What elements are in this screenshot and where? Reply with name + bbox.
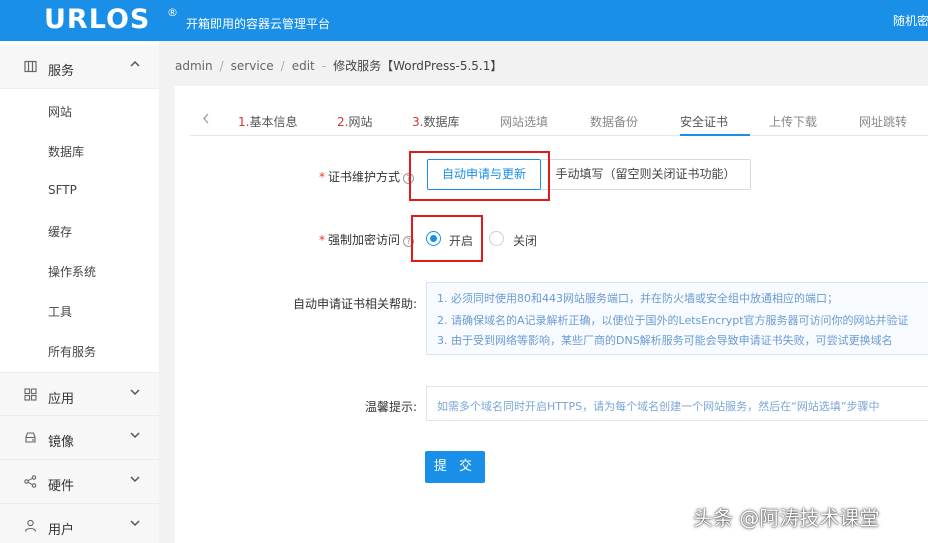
breadcrumb-item-edit[interactable]: edit: [292, 59, 315, 73]
sidebar-group-users[interactable]: 用户: [0, 504, 159, 543]
force-https-off-radio[interactable]: [489, 231, 504, 246]
disk-icon: [24, 431, 37, 444]
sidebar-item-all-services[interactable]: 所有服务: [48, 343, 96, 360]
tab-data-backup[interactable]: 数据备份: [590, 113, 638, 130]
breadcrumb-item-admin[interactable]: admin: [175, 59, 213, 73]
help-line: 3. 由于受到网络等影响，某些厂商的DNS解析服务可能会导致申请证书失败，可尝试…: [437, 334, 893, 347]
sidebar-item-sftp[interactable]: SFTP: [48, 183, 77, 197]
highlight-box: [409, 151, 550, 201]
sidebar-group-label: 硬件: [48, 479, 75, 494]
help-text-box: 1. 必须同时使用80和443网站服务端口，并在防火墙或安全组中放通相应的端口；…: [426, 282, 928, 355]
cert-mode-label: * 证书维护方式?: [319, 168, 415, 185]
sidebar-group-apps[interactable]: 应用: [0, 372, 159, 416]
tab-website[interactable]: 2.网站: [337, 113, 372, 130]
sidebar: 服务 网站 数据库 SFTP 缓存 操作系统 工具 所有服务 应用 镜像 硬件: [0, 41, 159, 543]
header-right-text[interactable]: 随机密: [893, 12, 928, 29]
tab-database[interactable]: 3.数据库: [412, 113, 459, 130]
sidebar-group-label: 应用: [48, 392, 75, 407]
tab-url-redirect[interactable]: 网址跳转: [859, 113, 907, 130]
grid-icon: [24, 388, 37, 401]
breadcrumb-separator: /: [219, 59, 224, 73]
tab-upload-download[interactable]: 上传下载: [769, 113, 817, 130]
active-tab-indicator: [680, 134, 750, 136]
breadcrumb-item-service[interactable]: service: [231, 59, 274, 73]
breadcrumb-separator: -: [321, 59, 327, 73]
sidebar-item-website[interactable]: 网站: [48, 103, 72, 120]
chevron-left-icon[interactable]: [202, 113, 210, 127]
tip-label: 温馨提示:: [365, 400, 418, 414]
breadcrumb-current: 修改服务【WordPress-5.5.1】: [333, 59, 503, 73]
tab-basic-info[interactable]: 1.基本信息: [238, 113, 297, 130]
chevron-down-icon: [130, 474, 140, 487]
sidebar-group-label: 镜像: [48, 435, 75, 450]
chevron-down-icon: [130, 518, 140, 531]
chevron-up-icon: [130, 59, 140, 72]
slogan: 开箱即用的容器云管理平台: [186, 17, 331, 31]
tip-field[interactable]: 如需多个域名同时开启HTTPS，请为每个域名创建一个网站服务，然后在“网站选填”…: [426, 386, 928, 421]
share-icon: [24, 475, 37, 488]
logo[interactable]: URLOS: [44, 4, 150, 35]
user-icon: [24, 519, 37, 532]
registered-mark: ®: [167, 6, 178, 19]
breadcrumb-separator: /: [280, 59, 285, 73]
force-https-off-label[interactable]: 关闭: [513, 232, 537, 249]
sidebar-group-images[interactable]: 镜像: [0, 416, 159, 460]
highlight-box: [411, 215, 483, 262]
tip-text: 如需多个域名同时开启HTTPS，请为每个域名创建一个网站服务，然后在“网站选填”…: [437, 400, 880, 413]
sidebar-group-label: 用户: [48, 523, 75, 538]
cert-manual-button[interactable]: 手动填写（留空则关闭证书功能）: [541, 159, 751, 190]
breadcrumb: admin / service / edit - 修改服务【WordPress-5.5.1】: [175, 57, 502, 74]
sidebar-item-os[interactable]: 操作系统: [48, 263, 96, 280]
watermark: 头条 @阿涛技术课堂: [693, 506, 880, 530]
sidebar-item-tools[interactable]: 工具: [48, 303, 72, 320]
sidebar-item-cache[interactable]: 缓存: [48, 223, 72, 240]
server-icon: [24, 60, 37, 73]
main-card: 1.基本信息 2.网站 3.数据库 网站选填 数据备份 安全证书 上传下载 网址…: [175, 86, 928, 543]
top-header: URLOS ® 开箱即用的容器云管理平台 随机密: [0, 0, 928, 41]
tab-bar: 1.基本信息 2.网站 3.数据库 网站选填 数据备份 安全证书 上传下载 网址…: [190, 106, 928, 136]
tab-website-optional[interactable]: 网站选填: [500, 113, 548, 130]
help-line: 1. 必须同时使用80和443网站服务端口，并在防火墙或安全组中放通相应的端口；: [437, 292, 838, 305]
chevron-down-icon: [130, 430, 140, 443]
force-https-label: * 强制加密访问?: [319, 231, 415, 248]
help-line: 2. 请确保域名的A记录解析正确，以便位于国外的LetsEncrypt官方服务器…: [437, 314, 909, 327]
chevron-down-icon: [130, 387, 140, 400]
sidebar-item-database[interactable]: 数据库: [48, 143, 84, 160]
submit-button[interactable]: 提 交: [425, 451, 485, 483]
help-label: 自动申请证书相关帮助:: [293, 297, 418, 311]
sidebar-group-label: 服务: [48, 64, 75, 79]
sidebar-group-service[interactable]: 服务: [0, 45, 159, 89]
tab-ssl-cert[interactable]: 安全证书: [680, 113, 728, 130]
sidebar-group-hardware[interactable]: 硬件: [0, 460, 159, 504]
